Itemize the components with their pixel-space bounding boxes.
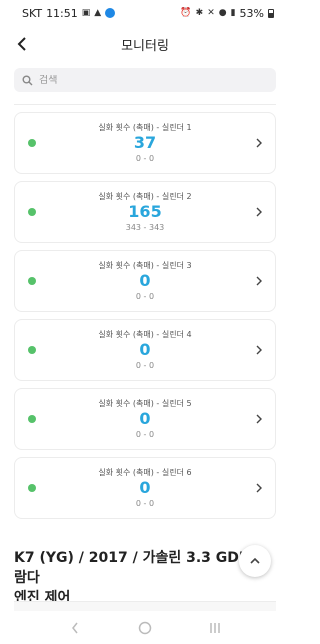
app-notification-icon <box>105 8 116 18</box>
status-left: SKT 11:51 ▣ ▲ <box>22 6 116 20</box>
card-range: 0 - 0 <box>135 292 155 301</box>
location-icon: ● <box>218 8 227 18</box>
monitor-card-cylinder-1[interactable]: 실화 횟수 (촉매) - 실린더 1 37 0 - 0 <box>14 112 276 174</box>
status-right: ⏰ ✱ ✕ ● ▮ 53% <box>180 7 274 20</box>
battery-icon <box>268 8 274 18</box>
card-label: 실화 횟수 (촉매) - 실린더 1 <box>98 123 192 132</box>
nav-home-icon <box>138 621 152 635</box>
chevron-right-icon <box>256 207 262 217</box>
card-range: 0 - 0 <box>135 154 155 163</box>
vehicle-info: K7 (YG) / 2017 / 가솔린 3.3 GDI 람다 엔진 제어 <box>14 548 254 608</box>
page-title: 모니터링 <box>121 38 169 54</box>
card-range: 0 - 0 <box>135 499 155 508</box>
card-value: 0 <box>139 409 151 428</box>
nav-back-icon <box>72 622 78 634</box>
divider <box>14 104 276 105</box>
app-header: 모니터링 <box>0 26 290 62</box>
nav-recents-button[interactable] <box>203 616 227 640</box>
nav-home-button[interactable] <box>133 616 157 640</box>
monitor-card-cylinder-3[interactable]: 실화 횟수 (촉매) - 실린더 3 0 0 - 0 <box>14 250 276 312</box>
gallery-notification-icon: ▣ <box>81 8 91 18</box>
card-value: 165 <box>128 202 162 221</box>
card-label: 실화 횟수 (촉매) - 실린더 4 <box>98 330 192 339</box>
card-value: 0 <box>139 271 151 290</box>
chevron-up-icon <box>250 557 260 564</box>
signal-icon: ▮ <box>230 8 236 18</box>
chevron-right-icon <box>256 138 262 148</box>
card-value: 0 <box>139 478 151 497</box>
card-value: 0 <box>139 340 151 359</box>
chevron-right-icon <box>256 414 262 424</box>
alarm-icon: ⏰ <box>180 8 192 18</box>
card-label: 실화 횟수 (촉매) - 실린더 2 <box>98 192 192 201</box>
search-input[interactable] <box>39 74 259 86</box>
status-dot <box>28 139 36 147</box>
scroll-to-top-button[interactable] <box>239 545 271 577</box>
status-dot <box>28 277 36 285</box>
card-range: 0 - 0 <box>135 430 155 439</box>
search-icon <box>22 75 33 85</box>
vehicle-model: K7 (YG) / 2017 / 가솔린 3.3 GDI 람다 <box>14 550 245 586</box>
next-section-edge <box>14 601 276 611</box>
search-bar[interactable] <box>14 68 276 92</box>
monitor-card-cylinder-5[interactable]: 실화 횟수 (촉매) - 실린더 5 0 0 - 0 <box>14 388 276 450</box>
card-label: 실화 횟수 (촉매) - 실린더 6 <box>98 468 192 477</box>
monitor-card-cylinder-2[interactable]: 실화 횟수 (촉매) - 실린더 2 165 343 - 343 <box>14 181 276 243</box>
status-dot <box>28 346 36 354</box>
status-dot <box>28 208 36 216</box>
nav-back-button[interactable] <box>63 616 87 640</box>
card-range: 343 - 343 <box>125 223 165 232</box>
monitor-card-cylinder-6[interactable]: 실화 횟수 (촉매) - 실린더 6 0 0 - 0 <box>14 457 276 519</box>
status-dot <box>28 484 36 492</box>
card-label: 실화 횟수 (촉매) - 실린더 3 <box>98 261 192 270</box>
card-label: 실화 횟수 (촉매) - 실린더 5 <box>98 399 192 408</box>
status-bar: SKT 11:51 ▣ ▲ ⏰ ✱ ✕ ● ▮ 53% <box>0 0 290 26</box>
card-value: 37 <box>133 133 157 152</box>
chevron-left-icon <box>17 37 26 51</box>
chevron-right-icon <box>256 345 262 355</box>
system-nav-bar <box>0 612 290 644</box>
monitor-card-cylinder-4[interactable]: 실화 횟수 (촉매) - 실린더 4 0 0 - 0 <box>14 319 276 381</box>
nav-recents-icon <box>210 623 220 633</box>
warning-notification-icon: ▲ <box>94 8 102 18</box>
monitoring-list: 실화 횟수 (촉매) - 실린더 1 37 0 - 0 실화 횟수 (촉매) -… <box>14 112 276 526</box>
chevron-right-icon <box>256 483 262 493</box>
status-dot <box>28 415 36 423</box>
mute-icon: ✕ <box>207 8 215 18</box>
clock-text: 11:51 <box>46 6 78 20</box>
back-button[interactable] <box>8 30 36 58</box>
battery-percent: 53% <box>239 6 264 20</box>
card-range: 0 - 0 <box>135 361 155 370</box>
carrier-text: SKT <box>22 6 43 20</box>
bluetooth-icon: ✱ <box>195 8 204 18</box>
chevron-right-icon <box>256 276 262 286</box>
